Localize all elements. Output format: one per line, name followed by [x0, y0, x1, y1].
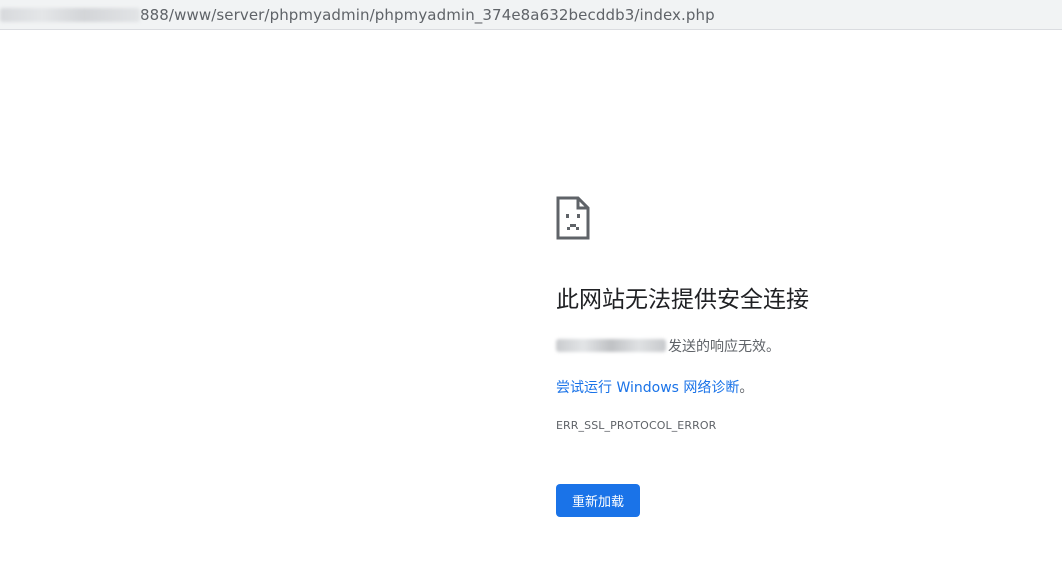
url-text[interactable]: 888/www/server/phpmyadmin/phpmyadmin_374…	[140, 6, 715, 24]
network-diagnostics-link[interactable]: 尝试运行 Windows 网络诊断	[556, 380, 739, 396]
error-code: ERR_SSL_PROTOCOL_ERROR	[556, 418, 717, 432]
reload-button[interactable]: 重新加载	[556, 484, 640, 517]
suggestion-end: 。	[739, 379, 754, 396]
error-heading: 此网站无法提供安全连接	[556, 287, 809, 313]
error-content: 此网站无法提供安全连接 发送的响应无效。 尝试运行 Windows 网络诊断。 …	[556, 196, 1036, 432]
redacted-ip	[556, 339, 666, 353]
address-bar[interactable]: 888/www/server/phpmyadmin/phpmyadmin_374…	[0, 0, 1062, 30]
sad-page-icon	[556, 196, 590, 240]
suggestion: 尝试运行 Windows 网络诊断。	[556, 377, 1036, 397]
redacted-host	[0, 7, 140, 22]
description-text: 发送的响应无效。	[668, 338, 780, 355]
error-description: 发送的响应无效。	[556, 336, 1036, 356]
